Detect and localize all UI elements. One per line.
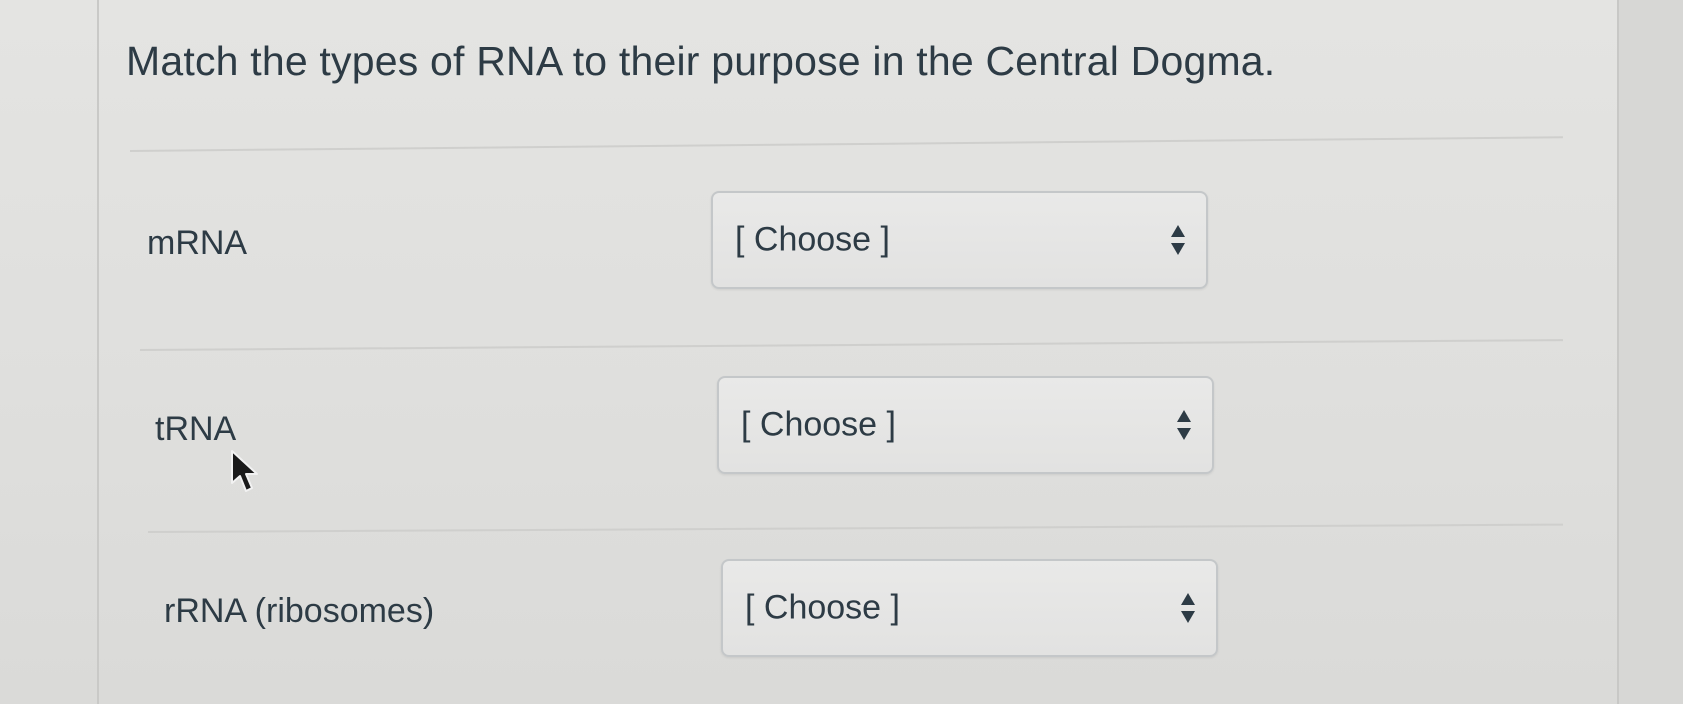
select-value: [ Choose ]	[735, 220, 890, 259]
match-select-trna[interactable]: [ Choose ]	[717, 376, 1214, 474]
match-label-mrna: mRNA	[147, 224, 248, 262]
question-text: Match the types of RNA to their purpose …	[126, 38, 1276, 84]
right-margin	[1619, 0, 1683, 704]
up-down-arrows-icon	[1171, 225, 1185, 255]
divider	[129, 136, 1563, 152]
up-down-arrows-icon	[1177, 410, 1191, 440]
mouse-pointer-icon	[231, 450, 258, 492]
divider	[139, 339, 1563, 351]
match-label-trna: tRNA	[155, 410, 237, 448]
match-label-rrna: rRNA (ribosomes)	[164, 592, 435, 630]
quiz-screen: Match the types of RNA to their purpose …	[0, 0, 1683, 704]
select-value: [ Choose ]	[741, 405, 896, 444]
match-select-rrna[interactable]: [ Choose ]	[721, 559, 1218, 657]
divider	[147, 523, 1563, 533]
content-left-border	[97, 0, 99, 704]
match-select-mrna[interactable]: [ Choose ]	[711, 191, 1208, 289]
select-value: [ Choose ]	[745, 588, 900, 627]
up-down-arrows-icon	[1181, 593, 1195, 623]
